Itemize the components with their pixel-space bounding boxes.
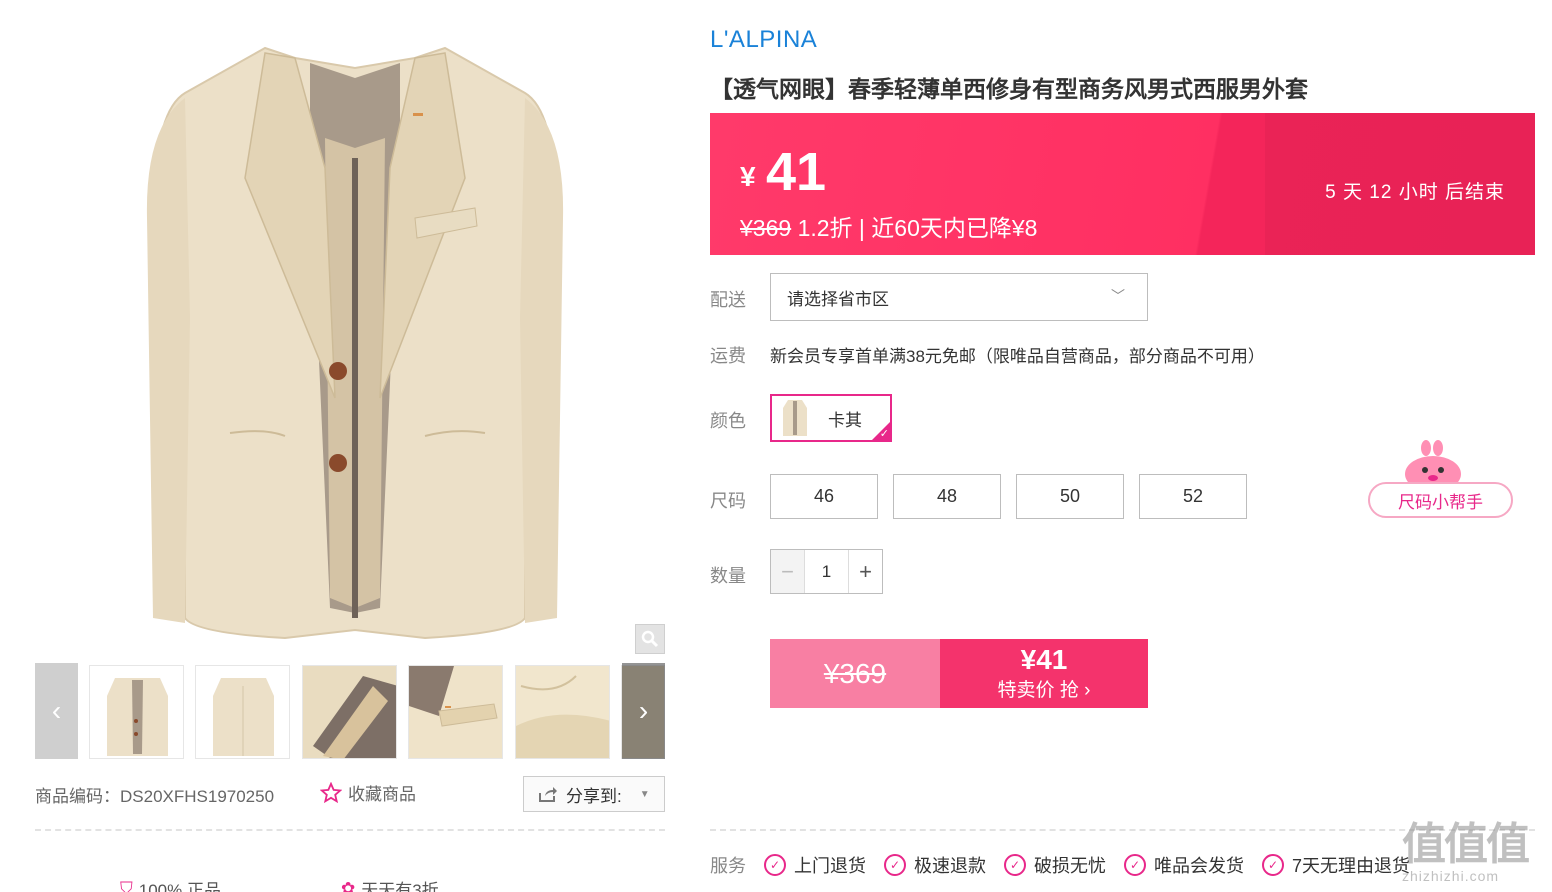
star-icon: [320, 781, 342, 803]
color-option-khaki[interactable]: 卡其 ✓: [770, 394, 892, 442]
thumb-prev-button[interactable]: ‹: [35, 663, 78, 759]
service-item: ✓ 上门退货: [764, 852, 866, 878]
favorite-label: 收藏商品: [348, 785, 416, 804]
buy-price: ¥41: [1020, 643, 1068, 675]
product-main-image[interactable]: [35, 18, 665, 658]
zoom-button[interactable]: [635, 624, 665, 654]
thumbnail-front[interactable]: [89, 665, 184, 759]
chevron-left-icon: ‹: [51, 695, 62, 726]
quantity-plus-button[interactable]: +: [848, 550, 882, 593]
brand-link[interactable]: L'ALPINA: [710, 26, 817, 54]
buy-action-label: 特卖价 抢 ›: [997, 680, 1091, 702]
genuine-guarantee: ⛉ 100% 正品: [120, 876, 221, 892]
left-guarantees: ⛉ 100% 正品 ✿ 天天有3折: [120, 876, 439, 892]
delivery-label: 配送: [710, 290, 746, 310]
size-option-50[interactable]: 50: [1016, 474, 1124, 519]
service-item: ✓ 唯品会发货: [1124, 852, 1244, 878]
share-dropdown[interactable]: 分享到: ▼: [523, 776, 665, 812]
product-meta-row: 商品编码：DS20XFHS1970250 收藏商品 分享到: ▼: [35, 775, 665, 812]
size-helper-button[interactable]: 尺码小帮手: [1368, 482, 1513, 518]
caret-down-icon: ▼: [639, 788, 650, 800]
size-label: 尺码: [710, 491, 746, 511]
favorite-button[interactable]: 收藏商品: [320, 780, 416, 805]
flower-icon: ✿: [340, 878, 356, 892]
original-price: ¥369: [740, 215, 792, 241]
check-circle-icon: ✓: [884, 854, 906, 876]
chevron-right-icon: ›: [638, 695, 649, 726]
product-sku: 商品编码：DS20XFHS1970250: [35, 787, 275, 806]
quantity-stepper: − 1 +: [770, 549, 883, 594]
magnifier-icon: [641, 630, 659, 648]
check-circle-icon: ✓: [764, 854, 786, 876]
thumbnail-pocket-detail[interactable]: [408, 665, 503, 759]
delivery-region-select[interactable]: 请选择省市区 ﹀: [770, 273, 1148, 321]
check-icon: ✓: [879, 428, 889, 440]
thumbnail-collar-detail[interactable]: [302, 665, 397, 759]
quantity-minus-button[interactable]: −: [771, 550, 805, 593]
buy-now-button[interactable]: ¥41 特卖价 抢 ›: [940, 639, 1148, 708]
check-circle-icon: ✓: [1124, 854, 1146, 876]
size-option-48[interactable]: 48: [893, 474, 1001, 519]
buy-original-price: ¥369: [770, 639, 940, 708]
service-item: ✓ 7天无理由退货: [1262, 852, 1410, 878]
shipping-text: 新会员专享首单满38元免邮（限唯品自营商品，部分商品不可用）: [770, 347, 1265, 366]
current-price: 41: [766, 142, 827, 202]
check-circle-icon: ✓: [1262, 854, 1284, 876]
daily-discount: ✿ 天天有3折: [341, 876, 439, 892]
thumbnail-hem-detail[interactable]: [515, 665, 610, 759]
left-divider: [35, 829, 665, 831]
color-label: 颜色: [710, 411, 746, 431]
services-label: 服务: [710, 856, 746, 876]
size-option-46[interactable]: 46: [770, 474, 878, 519]
thumb-next-button[interactable]: ›: [622, 663, 665, 759]
quantity-value[interactable]: 1: [805, 550, 848, 593]
share-icon: [539, 787, 557, 802]
buy-button[interactable]: ¥369 ¥41 特卖价 抢 ›: [770, 639, 1148, 708]
product-title: 【透气网眼】春季轻薄单西修身有型商务风男式西服男外套: [710, 76, 1308, 102]
price-panel: ¥ 41 ¥369 1.2折 | 近60天内已降¥8 5 天 12 小时 后结束: [710, 113, 1535, 255]
thumbnail-back[interactable]: [195, 665, 290, 759]
size-helper[interactable]: 尺码小帮手: [1368, 440, 1513, 520]
quantity-label: 数量: [710, 566, 746, 586]
currency-symbol: ¥: [740, 161, 756, 192]
color-swatch-image: [783, 400, 807, 436]
thumbnail-strip: ‹ ›: [35, 663, 665, 759]
shipping-label: 运费: [710, 346, 746, 366]
color-option-label: 卡其: [828, 410, 862, 430]
service-item: ✓ 极速退款: [884, 852, 986, 878]
size-option-52[interactable]: 52: [1139, 474, 1247, 519]
check-circle-icon: ✓: [1004, 854, 1026, 876]
share-label: 分享到:: [566, 786, 622, 806]
discount-text: 1.2折 | 近60天内已降¥8: [797, 215, 1038, 241]
shield-icon: ⛉: [120, 878, 133, 892]
services-row: 服务 ✓ 上门退货 ✓ 极速退款 ✓ 破损无忧 ✓ 唯品会发货 ✓ 7天无理由退货: [710, 852, 1428, 878]
site-watermark: 值值值 zhizhizhi.com: [1402, 820, 1530, 884]
countdown-timer: 5 天 12 小时 后结束: [1325, 182, 1505, 203]
service-item: ✓ 破损无忧: [1004, 852, 1106, 878]
chevron-down-icon: ﹀: [1111, 288, 1125, 304]
price-sub: ¥369 1.2折 | 近60天内已降¥8: [740, 209, 1037, 243]
delivery-placeholder: 请选择省市区: [787, 289, 889, 309]
